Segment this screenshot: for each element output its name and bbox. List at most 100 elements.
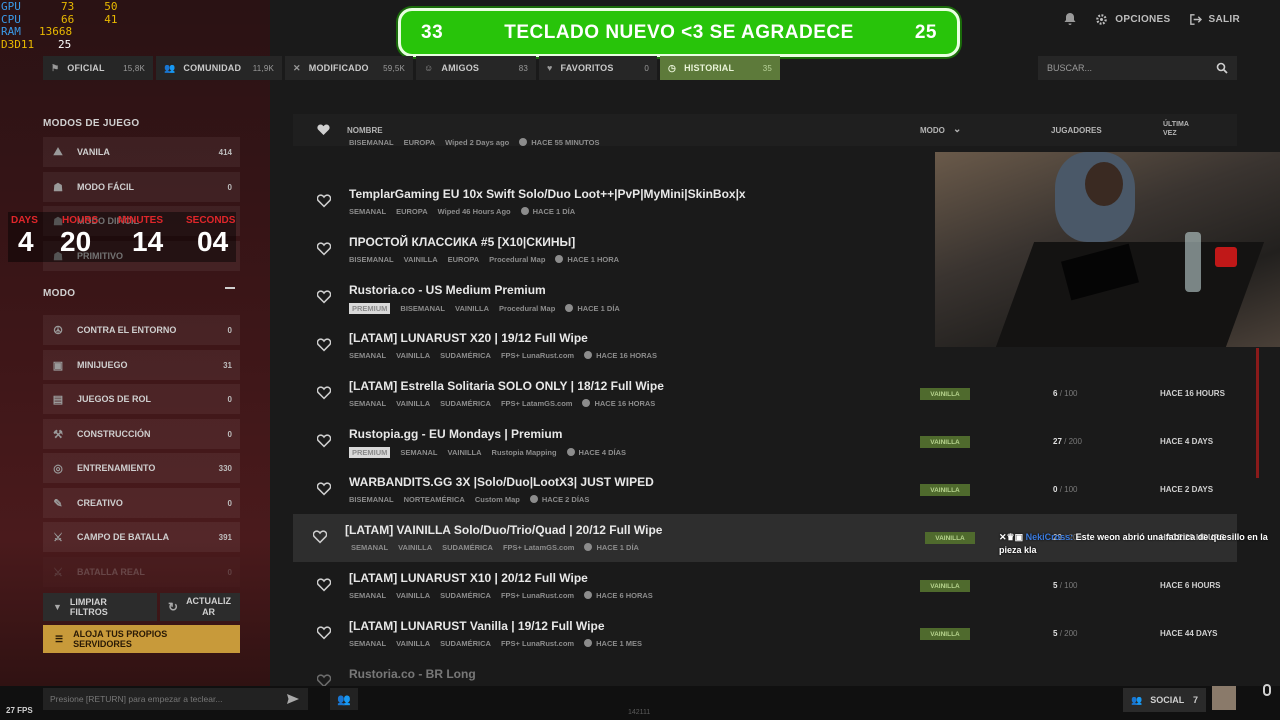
- favorite-heart-icon[interactable]: [317, 290, 331, 304]
- tab-label: FAVORITOS: [560, 63, 614, 73]
- host-servers-button[interactable]: ☰ ALOJA TUS PROPIOS SERVIDORES: [43, 625, 240, 653]
- column-name[interactable]: NOMBRE: [347, 126, 383, 135]
- server-name: [LATAM] LUNARUST Vanilla | 19/12 Full Wi…: [349, 619, 605, 633]
- battle-royale-icon: ⚔: [53, 566, 63, 579]
- sidebar-item-juegos-de-rol[interactable]: ▤ JUEGOS DE ROL 0: [43, 384, 240, 414]
- player-count: 0 / 100: [1053, 485, 1077, 494]
- server-tags: PREMIUM SEMANAL VAINILLA Rustopia Mapping HA…: [349, 447, 626, 458]
- avatar[interactable]: [1212, 686, 1236, 710]
- team-icon: 👥: [337, 693, 351, 706]
- clear-filters-button[interactable]: ▼ LIMPIAR FILTROS: [43, 593, 157, 621]
- refresh-button[interactable]: ↻ ACTUALIZ AR: [160, 593, 240, 621]
- sidebar-item-vanila[interactable]: ⛰ VANILA 414: [43, 137, 240, 167]
- wipe-time: HACE 16 HORAS: [594, 399, 656, 408]
- tab-historial[interactable]: ◷ HISTORIAL 35: [660, 56, 780, 80]
- scrollbar[interactable]: [1256, 348, 1259, 478]
- last-played: HACE 4 DAYS: [1160, 437, 1214, 446]
- sidebar-item-count: 0: [227, 498, 232, 508]
- sidebar-item-batalla-real[interactable]: ⚔ BATALLA REAL 0: [43, 557, 240, 587]
- game-modes-title: MODOS DE JUEGO: [43, 118, 140, 129]
- heart-icon: [317, 124, 330, 135]
- roleplay-icon: ▤: [52, 393, 64, 406]
- sidebar-item-label: CREATIVO: [77, 498, 123, 508]
- table-row[interactable]: Rustopia.gg - EU Mondays | Premium PREMIU…: [293, 418, 1237, 466]
- clock-icon: [565, 304, 574, 312]
- community-icon: 👥: [164, 62, 176, 73]
- clear-filters-label: LIMPIAR FILTROS: [69, 597, 108, 617]
- favorite-heart-icon[interactable]: [317, 434, 331, 448]
- sidebar-item-construccion[interactable]: ⚒ CONSTRUCCIÓN 0: [43, 419, 240, 449]
- sidebar-item-minijuego[interactable]: ▣ MINIJUEGO 31: [43, 350, 240, 380]
- search-input[interactable]: BUSCAR...: [1038, 56, 1237, 80]
- sidebar-item-count: 31: [223, 360, 232, 370]
- notifications-button[interactable]: [1063, 12, 1077, 26]
- sidebar-item-label: CONTRA EL ENTORNO: [77, 325, 177, 335]
- sidebar-item-campo-de-batalla[interactable]: ⚔ CAMPO DE BATALLA 391: [43, 522, 240, 552]
- clock-icon: [584, 639, 593, 647]
- sidebar-item-contra-el-entorno[interactable]: ☮ CONTRA EL ENTORNO 0: [43, 315, 240, 345]
- column-mode[interactable]: MODO: [920, 126, 945, 135]
- sidebar-item-modo-facil[interactable]: ☗ MODO FÁCIL 0: [43, 172, 240, 202]
- sidebar-item-entrenamiento[interactable]: ◎ ENTRENAMIENTO 330: [43, 453, 240, 483]
- tab-comunidad[interactable]: 👥 COMUNIDAD 11,9K: [156, 56, 282, 80]
- last-played: HACE 44 DAYS: [1160, 629, 1218, 638]
- table-row[interactable]: [LATAM] Estrella Solitaria SOLO ONLY | 1…: [293, 370, 1237, 418]
- players-current: 5: [1053, 629, 1058, 638]
- favorite-heart-icon[interactable]: [313, 530, 327, 544]
- table-row[interactable]: Rustoria.co - BR Long: [293, 658, 1237, 688]
- exit-button[interactable]: SALIR: [1189, 13, 1241, 26]
- favorite-heart-icon[interactable]: [317, 242, 331, 256]
- favorite-heart-icon[interactable]: [317, 194, 331, 208]
- players-current: 0: [1053, 485, 1058, 494]
- table-row[interactable]: [LATAM] LUNARUST X10 | 20/12 Full Wipe SE…: [293, 562, 1237, 610]
- clock-icon: [582, 399, 591, 407]
- tab-favoritos[interactable]: ♥ FAVORITOS 0: [539, 56, 657, 80]
- cpu-temp: 66: [61, 12, 75, 26]
- server-tag: SEMANAL: [349, 351, 387, 360]
- collapse-icon[interactable]: [225, 287, 235, 289]
- favorite-heart-icon[interactable]: [317, 386, 331, 400]
- favorite-heart-icon[interactable]: [317, 338, 331, 352]
- send-icon[interactable]: [287, 694, 299, 704]
- column-last-2[interactable]: VEZ: [1163, 130, 1177, 137]
- server-tags: BISEMANAL EUROPA Wiped 2 Days ago HACE 55 M…: [349, 138, 599, 147]
- chat-user: NekiCross:: [1025, 532, 1074, 542]
- favorite-heart-icon[interactable]: [317, 626, 331, 640]
- column-last-1[interactable]: ÚLTIMA: [1163, 121, 1189, 128]
- sidebar-item-count: 0: [227, 429, 232, 439]
- timer-seconds-label: SECONDS: [186, 215, 236, 226]
- favorite-heart-icon[interactable]: [317, 482, 331, 496]
- heart-icon: ♥: [547, 63, 553, 73]
- wipe-time: HACE 2 DÍAS: [541, 495, 590, 504]
- tab-amigos[interactable]: ☺ AMIGOS 83: [416, 56, 536, 80]
- server-tags: SEMANAL VAINILLA SUDAMÉRICA FPS+ LunaRust.c…: [349, 351, 657, 360]
- server-tag: VAINILLA: [403, 255, 438, 264]
- timer-hours: 20: [60, 226, 92, 257]
- player-count: 27 / 200: [1053, 437, 1082, 446]
- tab-oficial[interactable]: ⚑ OFICIAL 15,8K: [43, 56, 153, 80]
- server-tags: SEMANAL VAINILLA SUDAMÉRICA FPS+ LatamGS.co…: [351, 543, 639, 552]
- table-row[interactable]: WARBANDITS.GG 3X |Solo/Duo|LootX3| JUST …: [293, 466, 1237, 514]
- column-players[interactable]: JUGADORES: [1051, 126, 1102, 135]
- sidebar-item-creativo[interactable]: ✎ CREATIVO 0: [43, 488, 240, 518]
- options-button[interactable]: OPCIONES: [1095, 13, 1170, 26]
- chevron-down-icon[interactable]: ⌄: [953, 124, 961, 135]
- refresh-label-1: ACTUALIZ: [186, 596, 232, 606]
- social-button[interactable]: 👥 SOCIAL 7: [1123, 688, 1206, 712]
- chat-input[interactable]: Presione [RETURN] para empezar a teclear…: [43, 688, 308, 710]
- table-row[interactable]: [LATAM] LUNARUST Vanilla | 19/12 Full Wi…: [293, 610, 1237, 658]
- server-tag: FPS+ LatamGS.com: [500, 399, 573, 408]
- server-tag: EUROPA: [396, 207, 428, 216]
- top-actions: OPCIONES SALIR: [1063, 12, 1240, 26]
- tab-label: AMIGOS: [441, 63, 480, 73]
- server-tags: SEMANAL VAINILLA SUDAMÉRICA FPS+ LunaRust.c…: [349, 591, 653, 600]
- favorite-heart-icon[interactable]: [317, 578, 331, 592]
- server-tag: SUDAMÉRICA: [440, 591, 491, 600]
- server-name: TemplarGaming EU 10x Swift Solo/Duo Loot…: [349, 187, 746, 201]
- clock-icon: ◷: [668, 62, 677, 73]
- team-button[interactable]: 👥: [330, 688, 358, 710]
- battlefield-icon: ⚔: [53, 531, 63, 544]
- tab-modificado[interactable]: ✕ MODIFICADO 59,5K: [285, 56, 413, 80]
- gpu-temp: 73: [61, 0, 75, 13]
- microphone-icon[interactable]: [1263, 684, 1271, 696]
